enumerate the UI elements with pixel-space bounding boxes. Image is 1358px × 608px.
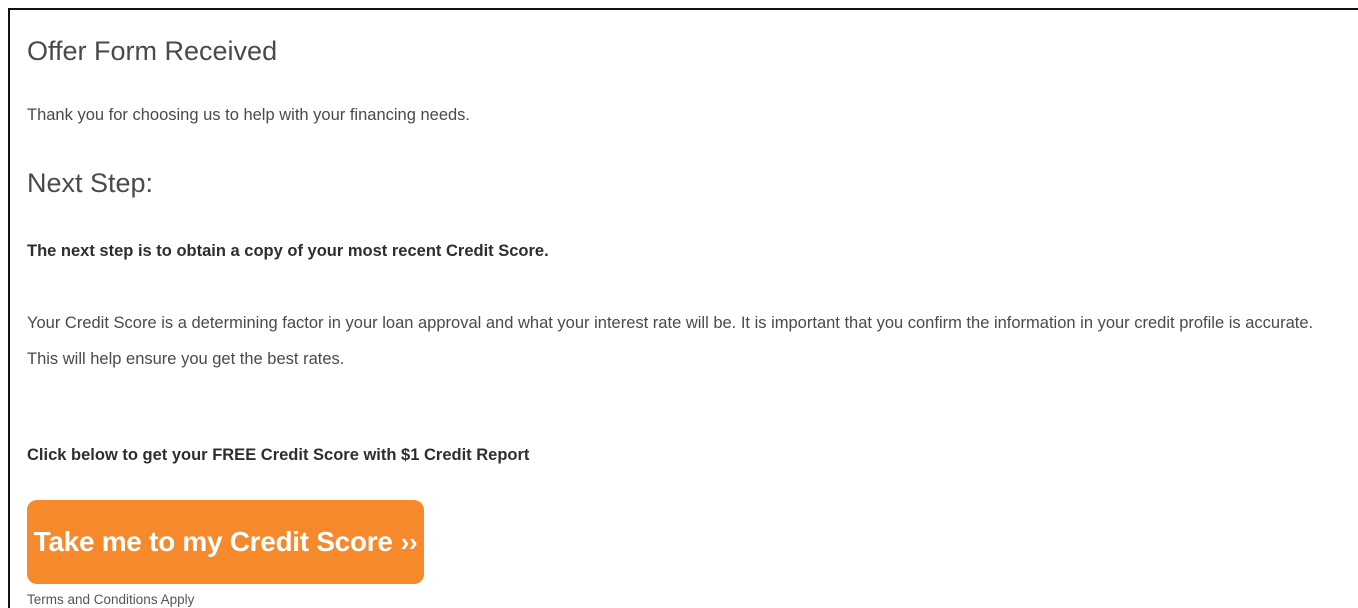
click-below-prompt: Click below to get your FREE Credit Scor… — [27, 446, 530, 464]
credit-score-button-label: Take me to my Credit Score — [33, 526, 393, 557]
thank-you-message: Thank you for choosing us to help with y… — [27, 106, 471, 124]
page-title: Offer Form Received — [27, 36, 278, 66]
best-rates-note: This will help ensure you get the best r… — [27, 350, 345, 368]
explanation-paragraph: Your Credit Score is a determining facto… — [27, 314, 1314, 332]
next-step-heading: Next Step: — [27, 168, 154, 198]
credit-score-button[interactable]: Take me to my Credit Score ›› — [27, 500, 424, 584]
double-chevron-right-icon: ›› — [400, 526, 418, 557]
credit-score-explanation: Your Credit Score is a determining facto… — [27, 304, 1358, 378]
next-step-instruction: The next step is to obtain a copy of you… — [27, 242, 549, 260]
offer-form-panel: Offer Form Received Thank you for choosi… — [8, 8, 1358, 608]
terms-and-conditions-link[interactable]: Terms and Conditions Apply — [27, 592, 194, 607]
